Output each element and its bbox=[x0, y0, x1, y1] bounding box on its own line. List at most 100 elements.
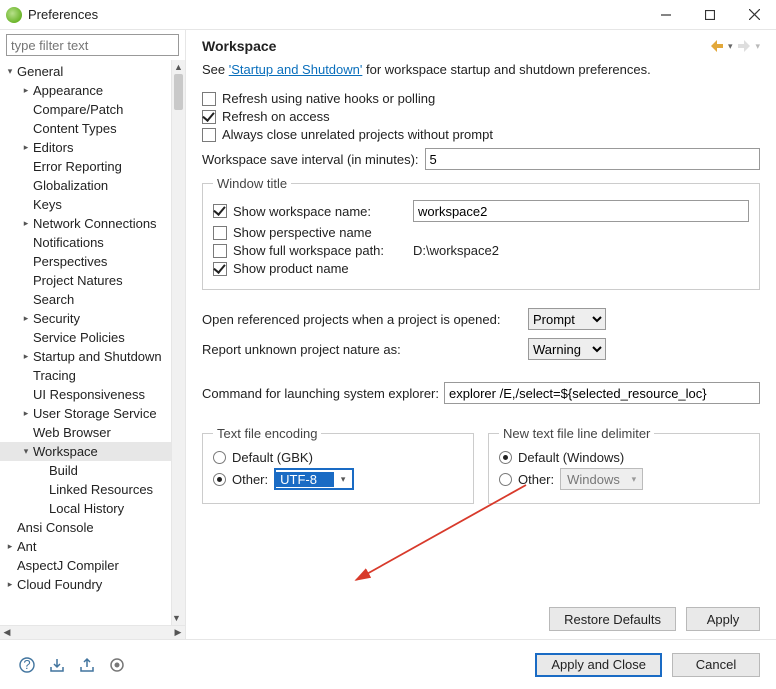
delimiter-default-label: Default (Windows) bbox=[518, 450, 624, 465]
tree-item[interactable]: ▸Network Connections bbox=[0, 214, 171, 233]
tree-item-label: Compare/Patch bbox=[33, 102, 123, 117]
show-perspective-checkbox[interactable] bbox=[213, 226, 227, 240]
tree-item[interactable]: ▾Workspace bbox=[0, 442, 171, 461]
tree-item[interactable]: Web Browser bbox=[0, 423, 171, 442]
tree-item[interactable]: Content Types bbox=[0, 119, 171, 138]
tree-twisty-icon bbox=[20, 427, 32, 439]
tree-item-label: User Storage Service bbox=[33, 406, 157, 421]
tree-item[interactable]: ▸Appearance bbox=[0, 81, 171, 100]
open-referenced-select[interactable]: Prompt bbox=[528, 308, 606, 330]
tree-twisty-icon bbox=[4, 560, 16, 572]
tree-item-label: Linked Resources bbox=[49, 482, 153, 497]
encoding-other-radio[interactable] bbox=[213, 473, 226, 486]
tree-twisty-icon[interactable]: ▾ bbox=[4, 66, 16, 78]
show-product-checkbox[interactable] bbox=[213, 262, 227, 276]
tree-twisty-icon[interactable]: ▸ bbox=[4, 541, 16, 553]
tree-item[interactable]: Search bbox=[0, 290, 171, 309]
tree-item-label: Startup and Shutdown bbox=[33, 349, 162, 364]
tree-item[interactable]: ▸Cloud Foundry bbox=[0, 575, 171, 594]
encoding-default-radio[interactable] bbox=[213, 451, 226, 464]
tree-vertical-scrollbar[interactable]: ▲ ▼ bbox=[171, 60, 185, 625]
show-perspective-label: Show perspective name bbox=[233, 225, 372, 240]
tree-item[interactable]: Notifications bbox=[0, 233, 171, 252]
tree-item[interactable]: Local History bbox=[0, 499, 171, 518]
delimiter-value: Windows bbox=[561, 472, 626, 487]
tree-item[interactable]: Compare/Patch bbox=[0, 100, 171, 119]
tree-twisty-icon[interactable]: ▸ bbox=[20, 142, 32, 154]
import-icon[interactable] bbox=[46, 654, 68, 676]
tree-item[interactable]: ▸User Storage Service bbox=[0, 404, 171, 423]
tree-item[interactable]: Ansi Console bbox=[0, 518, 171, 537]
tree-item[interactable]: Error Reporting bbox=[0, 157, 171, 176]
tree-twisty-icon bbox=[20, 370, 32, 382]
scrollbar-thumb[interactable] bbox=[174, 74, 183, 110]
tree-twisty-icon[interactable]: ▸ bbox=[20, 408, 32, 420]
tree-item[interactable]: Perspectives bbox=[0, 252, 171, 271]
tree-twisty-icon bbox=[20, 180, 32, 192]
tree-item[interactable]: Service Policies bbox=[0, 328, 171, 347]
tree-twisty-icon[interactable]: ▸ bbox=[20, 351, 32, 363]
save-interval-input[interactable] bbox=[425, 148, 760, 170]
workspace-name-input[interactable] bbox=[413, 200, 749, 222]
filter-input[interactable] bbox=[6, 34, 179, 56]
close-button[interactable] bbox=[732, 0, 776, 30]
export-icon[interactable] bbox=[76, 654, 98, 676]
tree-twisty-icon[interactable]: ▸ bbox=[4, 579, 16, 591]
always-close-checkbox[interactable] bbox=[202, 128, 216, 142]
cancel-button[interactable]: Cancel bbox=[672, 653, 760, 677]
restore-defaults-button[interactable]: Restore Defaults bbox=[549, 607, 676, 631]
tree-horizontal-scrollbar[interactable]: ◀▶ bbox=[0, 625, 185, 639]
encoding-combo[interactable]: UTF-8 ▾ bbox=[274, 468, 354, 490]
tree-item[interactable]: ▸Ant bbox=[0, 537, 171, 556]
tree-twisty-icon[interactable]: ▾ bbox=[20, 446, 32, 458]
tree-item[interactable]: ▸Startup and Shutdown bbox=[0, 347, 171, 366]
encoding-legend: Text file encoding bbox=[213, 426, 321, 441]
window-title-legend: Window title bbox=[213, 176, 291, 191]
delimiter-other-radio[interactable] bbox=[499, 473, 512, 486]
report-nature-select[interactable]: Warning bbox=[528, 338, 606, 360]
apply-and-close-button[interactable]: Apply and Close bbox=[535, 653, 662, 677]
window-title: Preferences bbox=[28, 7, 644, 22]
tree-item[interactable]: ▸Editors bbox=[0, 138, 171, 157]
tree-item[interactable]: Tracing bbox=[0, 366, 171, 385]
tree-item[interactable]: Keys bbox=[0, 195, 171, 214]
tree-twisty-icon bbox=[20, 161, 32, 173]
tree-item[interactable]: Build bbox=[0, 461, 171, 480]
tree-twisty-icon bbox=[20, 123, 32, 135]
tree-twisty-icon[interactable]: ▸ bbox=[20, 85, 32, 97]
apply-button[interactable]: Apply bbox=[686, 607, 760, 631]
explorer-command-input[interactable] bbox=[444, 382, 760, 404]
tree-item[interactable]: Globalization bbox=[0, 176, 171, 195]
refresh-access-checkbox[interactable] bbox=[202, 110, 216, 124]
tree-item[interactable]: Linked Resources bbox=[0, 480, 171, 499]
tree-twisty-icon bbox=[20, 199, 32, 211]
tree-twisty-icon bbox=[20, 104, 32, 116]
oomph-icon[interactable] bbox=[106, 654, 128, 676]
tree-twisty-icon bbox=[36, 503, 48, 515]
refresh-native-checkbox[interactable] bbox=[202, 92, 216, 106]
show-workspace-name-checkbox[interactable] bbox=[213, 204, 227, 218]
delimiter-legend: New text file line delimiter bbox=[499, 426, 654, 441]
tree-item[interactable]: ▸Security bbox=[0, 309, 171, 328]
tree-item[interactable]: UI Responsiveness bbox=[0, 385, 171, 404]
tree-item[interactable]: AspectJ Compiler bbox=[0, 556, 171, 575]
forward-button[interactable]: ▾ bbox=[738, 40, 760, 52]
maximize-button[interactable] bbox=[688, 0, 732, 30]
tree-item[interactable]: Project Natures bbox=[0, 271, 171, 290]
tree-twisty-icon[interactable]: ▸ bbox=[20, 313, 32, 325]
help-icon[interactable]: ? bbox=[16, 654, 38, 676]
preferences-tree[interactable]: ▾General▸Appearance Compare/Patch Content … bbox=[0, 60, 171, 625]
show-full-path-checkbox[interactable] bbox=[213, 244, 227, 258]
tree-twisty-icon[interactable]: ▸ bbox=[20, 218, 32, 230]
tree-item[interactable]: ▾General bbox=[0, 62, 171, 81]
tree-item-label: Local History bbox=[49, 501, 124, 516]
startup-shutdown-link[interactable]: 'Startup and Shutdown' bbox=[229, 62, 363, 77]
minimize-button[interactable] bbox=[644, 0, 688, 30]
settings-page: Workspace ▾ ▾ See 'Startup and Shutdown'… bbox=[186, 30, 776, 639]
eclipse-icon bbox=[6, 7, 22, 23]
encoding-value: UTF-8 bbox=[276, 472, 334, 487]
delimiter-default-radio[interactable] bbox=[499, 451, 512, 464]
back-button[interactable]: ▾ bbox=[711, 40, 733, 52]
tree-item-label: Web Browser bbox=[33, 425, 111, 440]
tree-item-label: Content Types bbox=[33, 121, 117, 136]
